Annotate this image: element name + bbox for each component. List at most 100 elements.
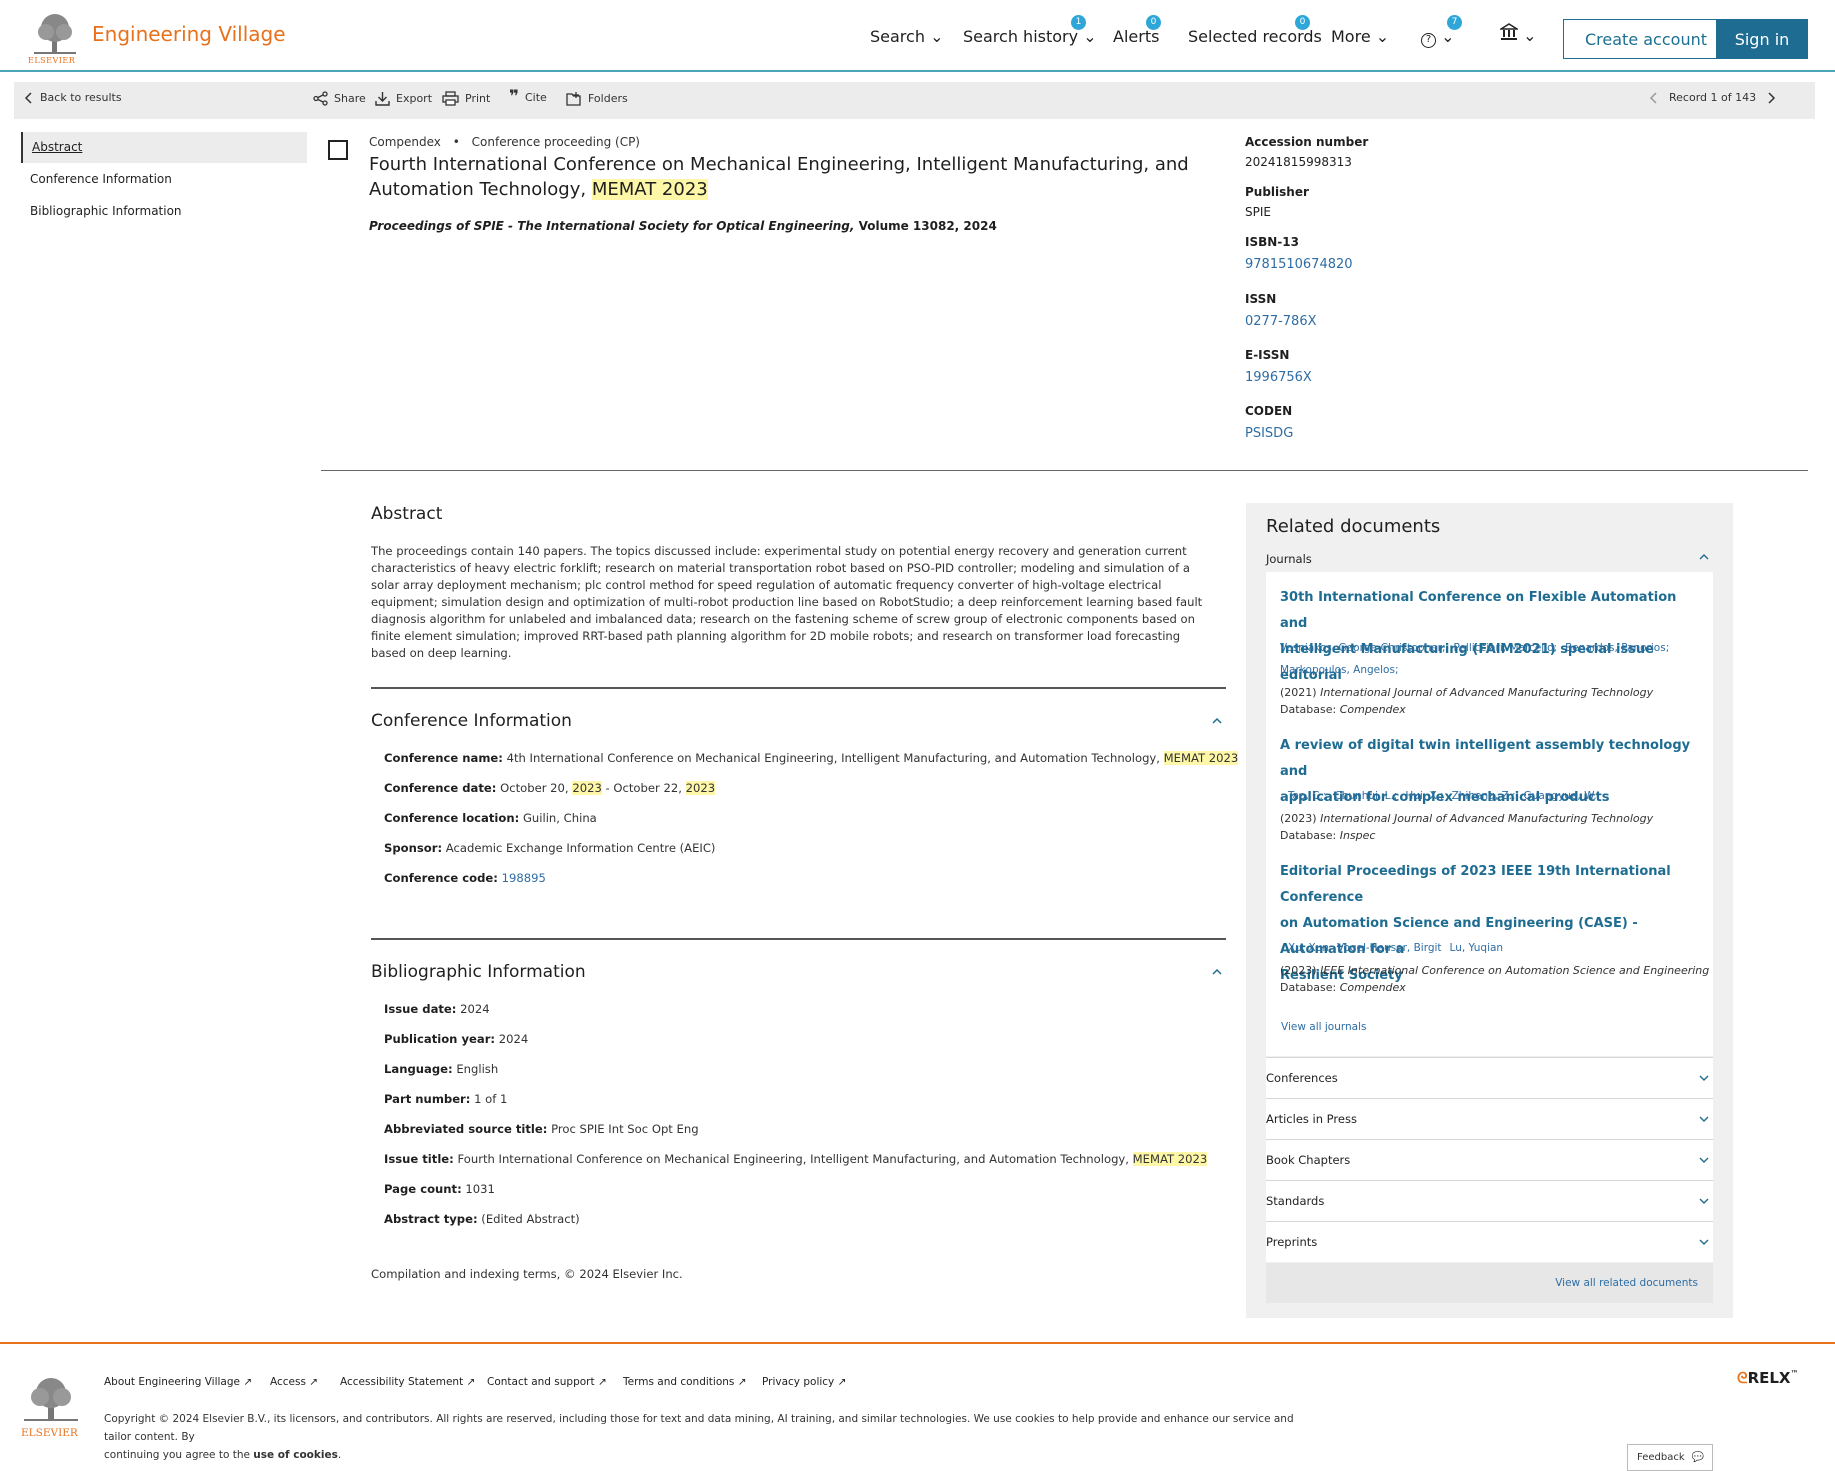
share-button[interactable]: Share [313,91,366,106]
nav-alerts[interactable]: Alerts 0 [1113,15,1161,46]
accordion-label: Preprints [1266,1235,1318,1249]
cite-button[interactable]: ❞ Cite [509,87,547,107]
nav-search-history[interactable]: Search history ⌄ 1 [963,15,1097,46]
external-link-icon: ↗ [466,1376,476,1388]
select-record-checkbox[interactable] [328,140,348,160]
document-type-label: Conference proceeding (CP) [471,135,640,149]
print-button[interactable]: Print [442,91,490,106]
footer-link-accessibility[interactable]: Accessibility Statement ↗ [340,1376,475,1388]
author-link[interactable]: Hui, X.; [1405,790,1443,802]
relx-logo[interactable]: ᘓRELX™ [1737,1369,1798,1387]
book-chapters-accordion-toggle[interactable]: Book Chapters [1266,1139,1713,1180]
cookies-link[interactable]: use of cookies [253,1449,338,1461]
left-nav-abstract[interactable]: Abstract [21,132,307,163]
footer-elsevier-logo[interactable]: ELSEVIER [20,1375,82,1441]
institution-icon [1498,23,1523,45]
nav-more[interactable]: More ⌄ [1331,27,1389,46]
author-link[interactable]: Vogel-Heuser, Birgit [1337,942,1442,954]
collapse-bibliographic-icon[interactable] [1210,964,1224,978]
accession-number-value: 20241815998313 [1245,155,1352,169]
nav-selected-records[interactable]: Selected records 0 [1188,15,1322,46]
next-record-icon[interactable] [1766,91,1776,104]
footer-divider [0,1342,1835,1344]
view-all-related-link[interactable]: View all related documents [1555,1277,1698,1289]
conference-information-heading: Conference Information [371,711,572,731]
copyright-line: Copyright © 2024 Elsevier B.V., its lice… [104,1413,1294,1443]
alerts-badge: 0 [1146,15,1161,30]
folders-button[interactable]: Folders [566,91,628,106]
abstract-heading: Abstract [371,504,443,524]
preprints-accordion-toggle[interactable]: Preprints [1266,1221,1713,1262]
quote-icon: ❞ [509,87,519,107]
eissn-link[interactable]: 1996756X [1245,370,1312,385]
nav-institution[interactable]: ⌄ [1498,23,1537,45]
back-to-results-link[interactable]: Back to results [24,91,122,104]
footer-link-access[interactable]: Access ↗ [270,1376,318,1388]
author-link[interactable]: Markopoulos, Angelos; [1280,664,1398,676]
left-nav-conference-information[interactable]: Conference Information [21,164,307,195]
conference-date-field: Conference date: October 20, 2023 - Octo… [384,781,716,795]
conferences-accordion-toggle[interactable]: Conferences [1266,1057,1713,1098]
standards-accordion-toggle[interactable]: Standards [1266,1180,1713,1221]
author-link[interactable]: Tao, C.; [1288,790,1326,802]
footer-link-about[interactable]: About Engineering Village ↗ [104,1376,252,1388]
external-link-icon: ↗ [737,1376,747,1388]
journals-label: Journals [1266,552,1312,566]
link-label: Privacy policy [762,1376,835,1388]
journals-accordion-toggle[interactable]: Journals [1266,552,1713,566]
author-link[interactable]: Pellicciari, Marcello; [1453,642,1557,654]
nav-help[interactable]: ? ⌄ 7 [1421,15,1462,48]
feedback-button[interactable]: Feedback 💬 [1627,1444,1713,1471]
elsevier-logo[interactable]: ELSEVIER [28,12,80,65]
footer-link-privacy[interactable]: Privacy policy ↗ [762,1376,846,1388]
conference-name-field: Conference name: 4th International Confe… [384,751,1239,765]
author-link[interactable]: Xu, Xun [1288,942,1329,954]
abstract-type-field: Abstract type: (Edited Abstract) [384,1212,580,1226]
footer-logo-text: ELSEVIER [21,1427,78,1439]
eissn-label: E-ISSN [1245,348,1290,362]
conference-code-link[interactable]: 198895 [502,871,546,885]
author-link[interactable]: Zhiheng, Z.; [1452,790,1516,802]
collapse-conference-icon[interactable] [1210,713,1224,727]
document-title: Fourth International Conference on Mecha… [369,152,1209,202]
author-link[interactable]: Chunhui, L.; [1334,790,1397,802]
isbn-link[interactable]: 9781510674820 [1245,257,1353,272]
related-journal-authors: Vosniakos, George-Christopher; Pellicciar… [1280,637,1700,681]
articles-in-press-accordion-toggle[interactable]: Articles in Press [1266,1098,1713,1139]
download-icon [375,91,390,106]
issn-link[interactable]: 0277-786X [1245,314,1317,329]
view-all-journals-link[interactable]: View all journals [1281,1021,1366,1033]
author-link[interactable]: Vosniakos, George-Christopher; [1280,642,1445,654]
left-nav-bibliographic-information[interactable]: Bibliographic Information [21,196,307,227]
relx-mark-icon: ᘓ [1737,1369,1748,1387]
link-label: About Engineering Village [104,1376,240,1388]
chevron-up-icon [1698,551,1710,566]
create-account-button[interactable]: Create account [1563,19,1729,59]
chevron-down-icon [1699,1239,1709,1245]
nav-search[interactable]: Search ⌄ [870,27,943,46]
field-value: English [456,1062,499,1076]
field-value: 2024 [460,1002,490,1016]
export-button[interactable]: Export [375,91,432,106]
print-icon [442,91,459,106]
previous-record-icon[interactable] [1649,91,1659,104]
coden-link[interactable]: PSISDG [1245,426,1293,441]
database-name: Inspec [1339,829,1376,842]
copyright-line: continuing you agree to the [104,1449,254,1461]
back-to-results-label: Back to results [40,91,122,104]
publisher-label: Publisher [1245,185,1309,199]
feedback-label: Feedback [1637,1452,1685,1463]
separator-dot: • [452,135,460,149]
journal-name: International Journal of Advanced Manufa… [1320,812,1654,825]
brand-title[interactable]: Engineering Village [92,22,286,46]
author-link[interactable]: Guangyue, W.; [1524,790,1601,802]
source-title: Proceedings of SPIE - The International … [369,219,855,233]
author-link[interactable]: Lu, Yuqian [1450,942,1504,954]
source-volume: Volume 13082, 2024 [854,219,997,233]
sign-in-button[interactable]: Sign in [1716,19,1808,59]
footer-link-contact[interactable]: Contact and support ↗ [487,1376,607,1388]
divider [321,470,1808,471]
footer-link-terms[interactable]: Terms and conditions ↗ [623,1376,747,1388]
author-link[interactable]: Benardos, Panorios; [1565,642,1669,654]
chevron-left-icon [24,91,34,104]
